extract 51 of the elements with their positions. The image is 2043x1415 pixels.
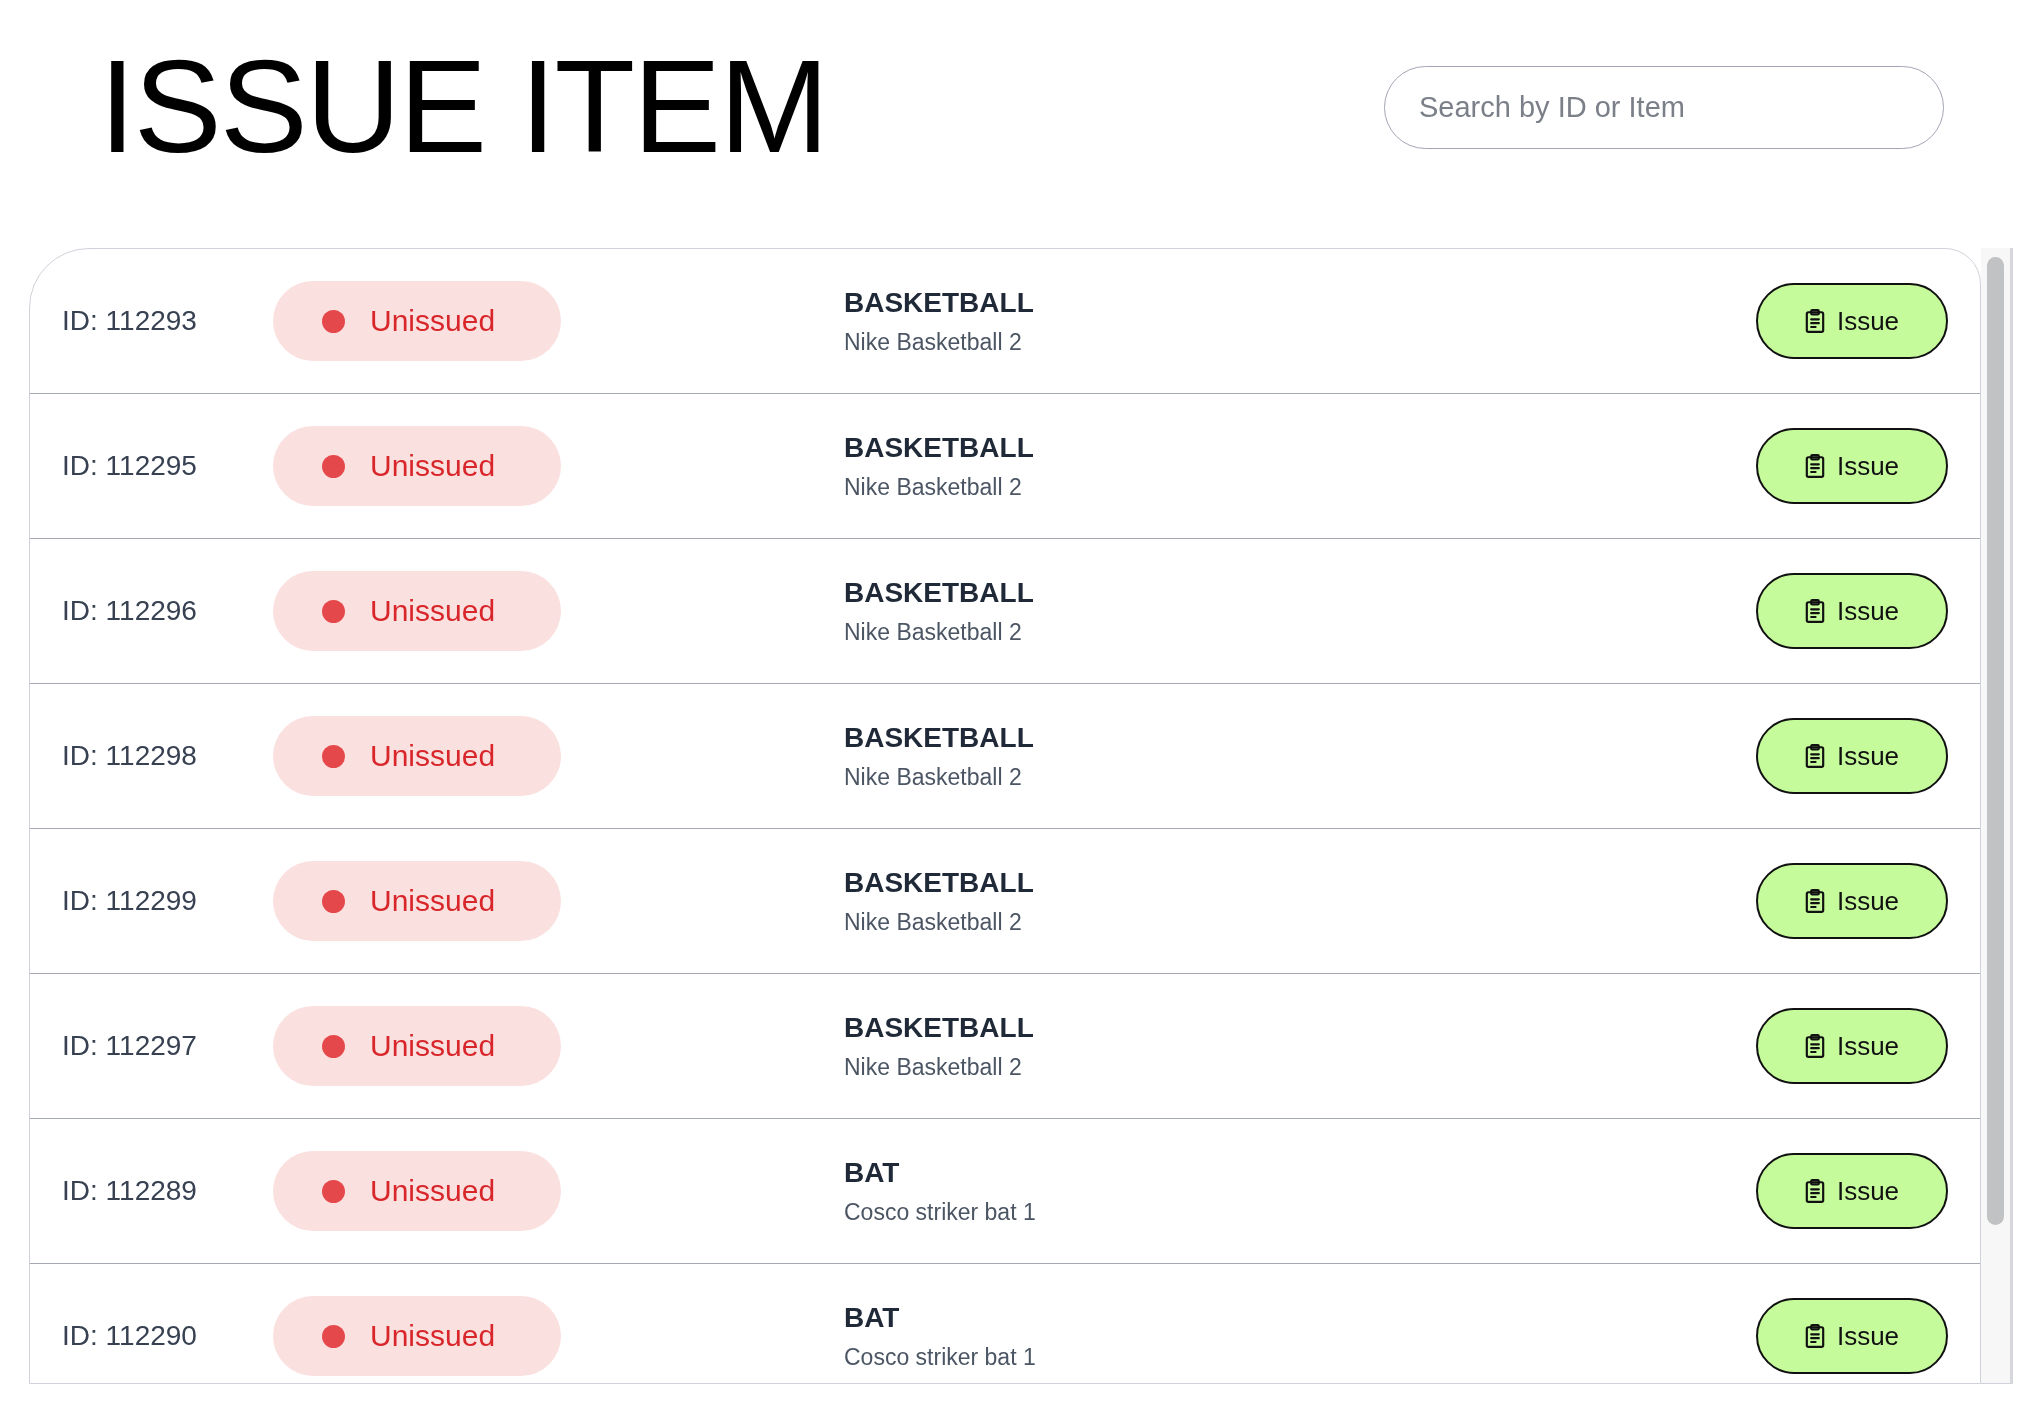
item-description: Nike Basketball 2 — [844, 618, 1022, 646]
issue-button[interactable]: Issue — [1756, 1298, 1948, 1374]
clipboard-icon — [1804, 889, 1825, 913]
item-id: ID: 112298 — [62, 740, 198, 772]
item-id: ID: 112297 — [62, 1030, 198, 1062]
item-name: BASKETBALL — [844, 576, 1034, 609]
item-name: BASKETBALL — [844, 431, 1034, 464]
status-label: Unissued — [370, 594, 496, 628]
page-title: ISSUE ITEM — [99, 41, 828, 173]
item-id: ID: 112290 — [62, 1320, 198, 1352]
item-description: Cosco striker bat 1 — [844, 1343, 1036, 1371]
issue-button[interactable]: Issue — [1756, 428, 1948, 504]
clipboard-icon — [1804, 454, 1825, 478]
status-label: Unissued — [370, 1029, 496, 1063]
status-label: Unissued — [370, 304, 496, 338]
status-label: Unissued — [370, 739, 496, 773]
search-field[interactable]: Search by ID or Item — [1384, 65, 1944, 149]
item-name: BAT — [844, 1156, 900, 1189]
issue-button[interactable]: Issue — [1756, 718, 1948, 794]
item-name: BASKETBALL — [844, 286, 1034, 319]
status-label: Unissued — [370, 1319, 496, 1353]
clipboard-icon — [1804, 309, 1825, 333]
item-name: BASKETBALL — [844, 721, 1034, 754]
item-name: BASKETBALL — [844, 1011, 1034, 1044]
clipboard-icon — [1804, 599, 1825, 623]
status-label: Unissued — [370, 449, 496, 483]
status-label: Unissued — [370, 1174, 496, 1208]
clipboard-icon — [1804, 1324, 1825, 1348]
item-description: Cosco striker bat 1 — [844, 1198, 1036, 1226]
item-id: ID: 112299 — [62, 885, 198, 917]
item-description: Nike Basketball 2 — [844, 328, 1022, 356]
issue-button[interactable]: Issue — [1756, 1008, 1948, 1084]
status-label: Unissued — [370, 884, 496, 918]
item-description: Nike Basketball 2 — [844, 908, 1022, 936]
clipboard-icon — [1804, 1034, 1825, 1058]
clipboard-icon — [1804, 744, 1825, 768]
item-description: Nike Basketball 2 — [844, 1053, 1022, 1081]
item-description: Nike Basketball 2 — [844, 763, 1022, 791]
issue-button[interactable]: Issue — [1756, 863, 1948, 939]
item-id: ID: 112295 — [62, 450, 198, 482]
clipboard-icon — [1804, 1179, 1825, 1203]
issue-button[interactable]: Issue — [1756, 1153, 1948, 1229]
item-name: BASKETBALL — [844, 866, 1034, 899]
item-id: ID: 112296 — [62, 595, 198, 627]
issue-button[interactable]: Issue — [1756, 573, 1948, 649]
scrollbar-thumb[interactable] — [1987, 257, 2004, 1225]
item-name: BAT — [844, 1301, 900, 1334]
item-description: Nike Basketball 2 — [844, 473, 1022, 501]
item-id: ID: 112289 — [62, 1175, 198, 1207]
item-id: ID: 112293 — [62, 305, 198, 337]
issue-button[interactable]: Issue — [1756, 283, 1948, 359]
